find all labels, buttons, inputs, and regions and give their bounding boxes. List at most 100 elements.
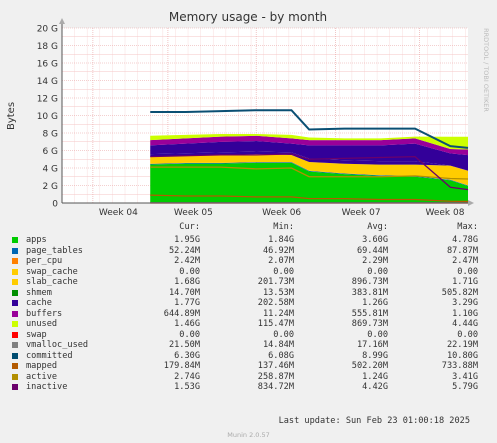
header-avg: Avg: [367, 222, 388, 232]
last-update: Last update: Sun Feb 23 01:00:18 2025 [278, 416, 470, 426]
legend-value-max: 5.79G [452, 382, 478, 392]
y-tick-label: 14 G [37, 77, 58, 87]
legend-swatch [12, 300, 18, 306]
y-tick-label: 0 [52, 200, 58, 210]
legend-value-min: 6.08G [268, 350, 294, 361]
y-tick-label: 12 G [37, 95, 58, 105]
legend-label: shmem [26, 287, 52, 298]
y-tick-label: 10 G [37, 112, 58, 122]
legend-value-avg: 502.20M [351, 361, 388, 371]
legend-value-avg: 17.16M [356, 340, 388, 350]
legend-label: mapped [26, 361, 58, 371]
legend-value-avg: 0.00 [367, 329, 388, 340]
y-tick-labels: 0 2 G 4 G 6 G 8 G 10 G 12 G 14 G 16 G 18 G 20 G [37, 25, 59, 210]
legend-swatch [12, 279, 18, 285]
legend-value-min: 834.72M [257, 382, 294, 392]
legend-value-min: 14.84M [262, 340, 294, 350]
chart-title: Memory usage - by month [169, 10, 327, 24]
x-tick-label: Week 08 [425, 208, 464, 218]
y-tick-label: 18 G [37, 42, 58, 52]
legend-value-avg: 1.24G [362, 371, 388, 382]
legend-value-cur: 644.89M [163, 308, 200, 319]
legend-value-cur: 179.84M [163, 361, 200, 371]
legend-value-max: 3.29G [452, 298, 478, 308]
legend-value-max: 3.41G [452, 371, 478, 382]
legend-value-max: 87.87M [446, 245, 478, 256]
legend-swatch [12, 247, 18, 254]
y-axis-arrow [59, 18, 65, 24]
legend-value-min: 115.47M [257, 319, 294, 329]
legend-label: vmalloc_used [26, 340, 89, 350]
header-max: Max: [457, 222, 478, 232]
legend-label: active [26, 371, 58, 382]
legend-value-cur: 6.30G [174, 350, 200, 361]
legend-value-cur: 21.50M [168, 340, 200, 350]
legend-value-min: 0.00 [273, 266, 294, 277]
legend-swatch [12, 289, 18, 296]
legend-value-cur: 1.77G [174, 298, 200, 308]
legend-label: swap [26, 329, 47, 340]
legend-label: page_tables [26, 245, 83, 256]
legend-swatch [12, 237, 18, 243]
legend-value-cur: 52.24M [168, 245, 200, 256]
x-axis-arrow [468, 200, 474, 206]
legend-label: per_cpu [26, 256, 63, 266]
legend-value-max: 10.80G [446, 350, 478, 361]
legend-value-max: 4.78G [452, 235, 478, 245]
legend-value-cur: 1.68G [174, 277, 200, 287]
legend-swatch [12, 363, 18, 369]
legend-value-min: 1.84G [268, 235, 294, 245]
y-tick-label: 16 G [37, 60, 58, 70]
legend-label: unused [26, 319, 58, 329]
legend-value-avg: 896.73M [351, 277, 388, 287]
legend-value-min: 2.07M [268, 256, 294, 266]
legend-value-max: 4.44G [452, 319, 478, 329]
legend-value-cur: 2.42M [174, 256, 200, 266]
legend-value-max: 22.19M [446, 340, 478, 350]
legend-value-avg: 3.60G [362, 235, 388, 245]
y-tick-label: 2 G [42, 182, 58, 192]
legend-value-max: 1.10G [452, 308, 478, 319]
legend-label: apps [26, 235, 47, 245]
legend-value-min: 13.53M [262, 287, 294, 298]
legend-value-cur: 1.46G [174, 319, 200, 329]
y-tick-label: 8 G [42, 130, 58, 140]
legend-label: committed [26, 350, 73, 361]
legend-value-min: 11.24M [262, 308, 294, 319]
legend-value-max: 0.00 [457, 329, 478, 340]
legend-swatch [12, 310, 18, 317]
legend-value-min: 201.73M [257, 277, 294, 287]
legend-value-min: 258.87M [257, 371, 294, 382]
legend-label: inactive [26, 382, 68, 392]
legend-value-avg: 69.44M [356, 245, 388, 256]
legend-swatch [12, 373, 18, 380]
legend-label: swap_cache [26, 266, 78, 277]
legend-value-avg: 383.81M [351, 287, 388, 298]
legend-label: buffers [26, 308, 63, 319]
legend-value-min: 0.00 [273, 329, 294, 340]
legend-value-cur: 2.74G [174, 371, 200, 382]
legend-swatch [12, 342, 18, 348]
legend-value-cur: 1.95G [174, 235, 200, 245]
legend-value-min: 202.58M [257, 298, 294, 308]
legend-value-cur: 0.00 [179, 329, 200, 340]
legend-value-avg: 4.42G [362, 382, 388, 392]
legend-swatch [12, 352, 18, 359]
header-min: Min: [273, 222, 294, 232]
legend-value-avg: 8.99G [362, 350, 388, 361]
legend-swatch [12, 268, 18, 275]
side-watermark: RRDTOOL / TOBI OETIKER [482, 28, 490, 112]
x-tick-label: Week 06 [262, 208, 301, 218]
legend-value-avg: 869.73M [351, 319, 388, 329]
y-axis-label: Bytes [6, 102, 17, 130]
x-tick-label: Week 07 [342, 208, 381, 218]
legend-label: cache [26, 298, 52, 308]
legend-value-max: 1.71G [452, 277, 478, 287]
legend-label: slab_cache [26, 277, 78, 287]
legend-value-avg: 1.26G [362, 298, 388, 308]
legend-value-cur: 0.00 [179, 266, 200, 277]
legend-swatch [12, 331, 18, 338]
y-tick-label: 6 G [42, 147, 58, 157]
legend-value-avg: 0.00 [367, 266, 388, 277]
y-tick-label: 4 G [42, 165, 58, 175]
